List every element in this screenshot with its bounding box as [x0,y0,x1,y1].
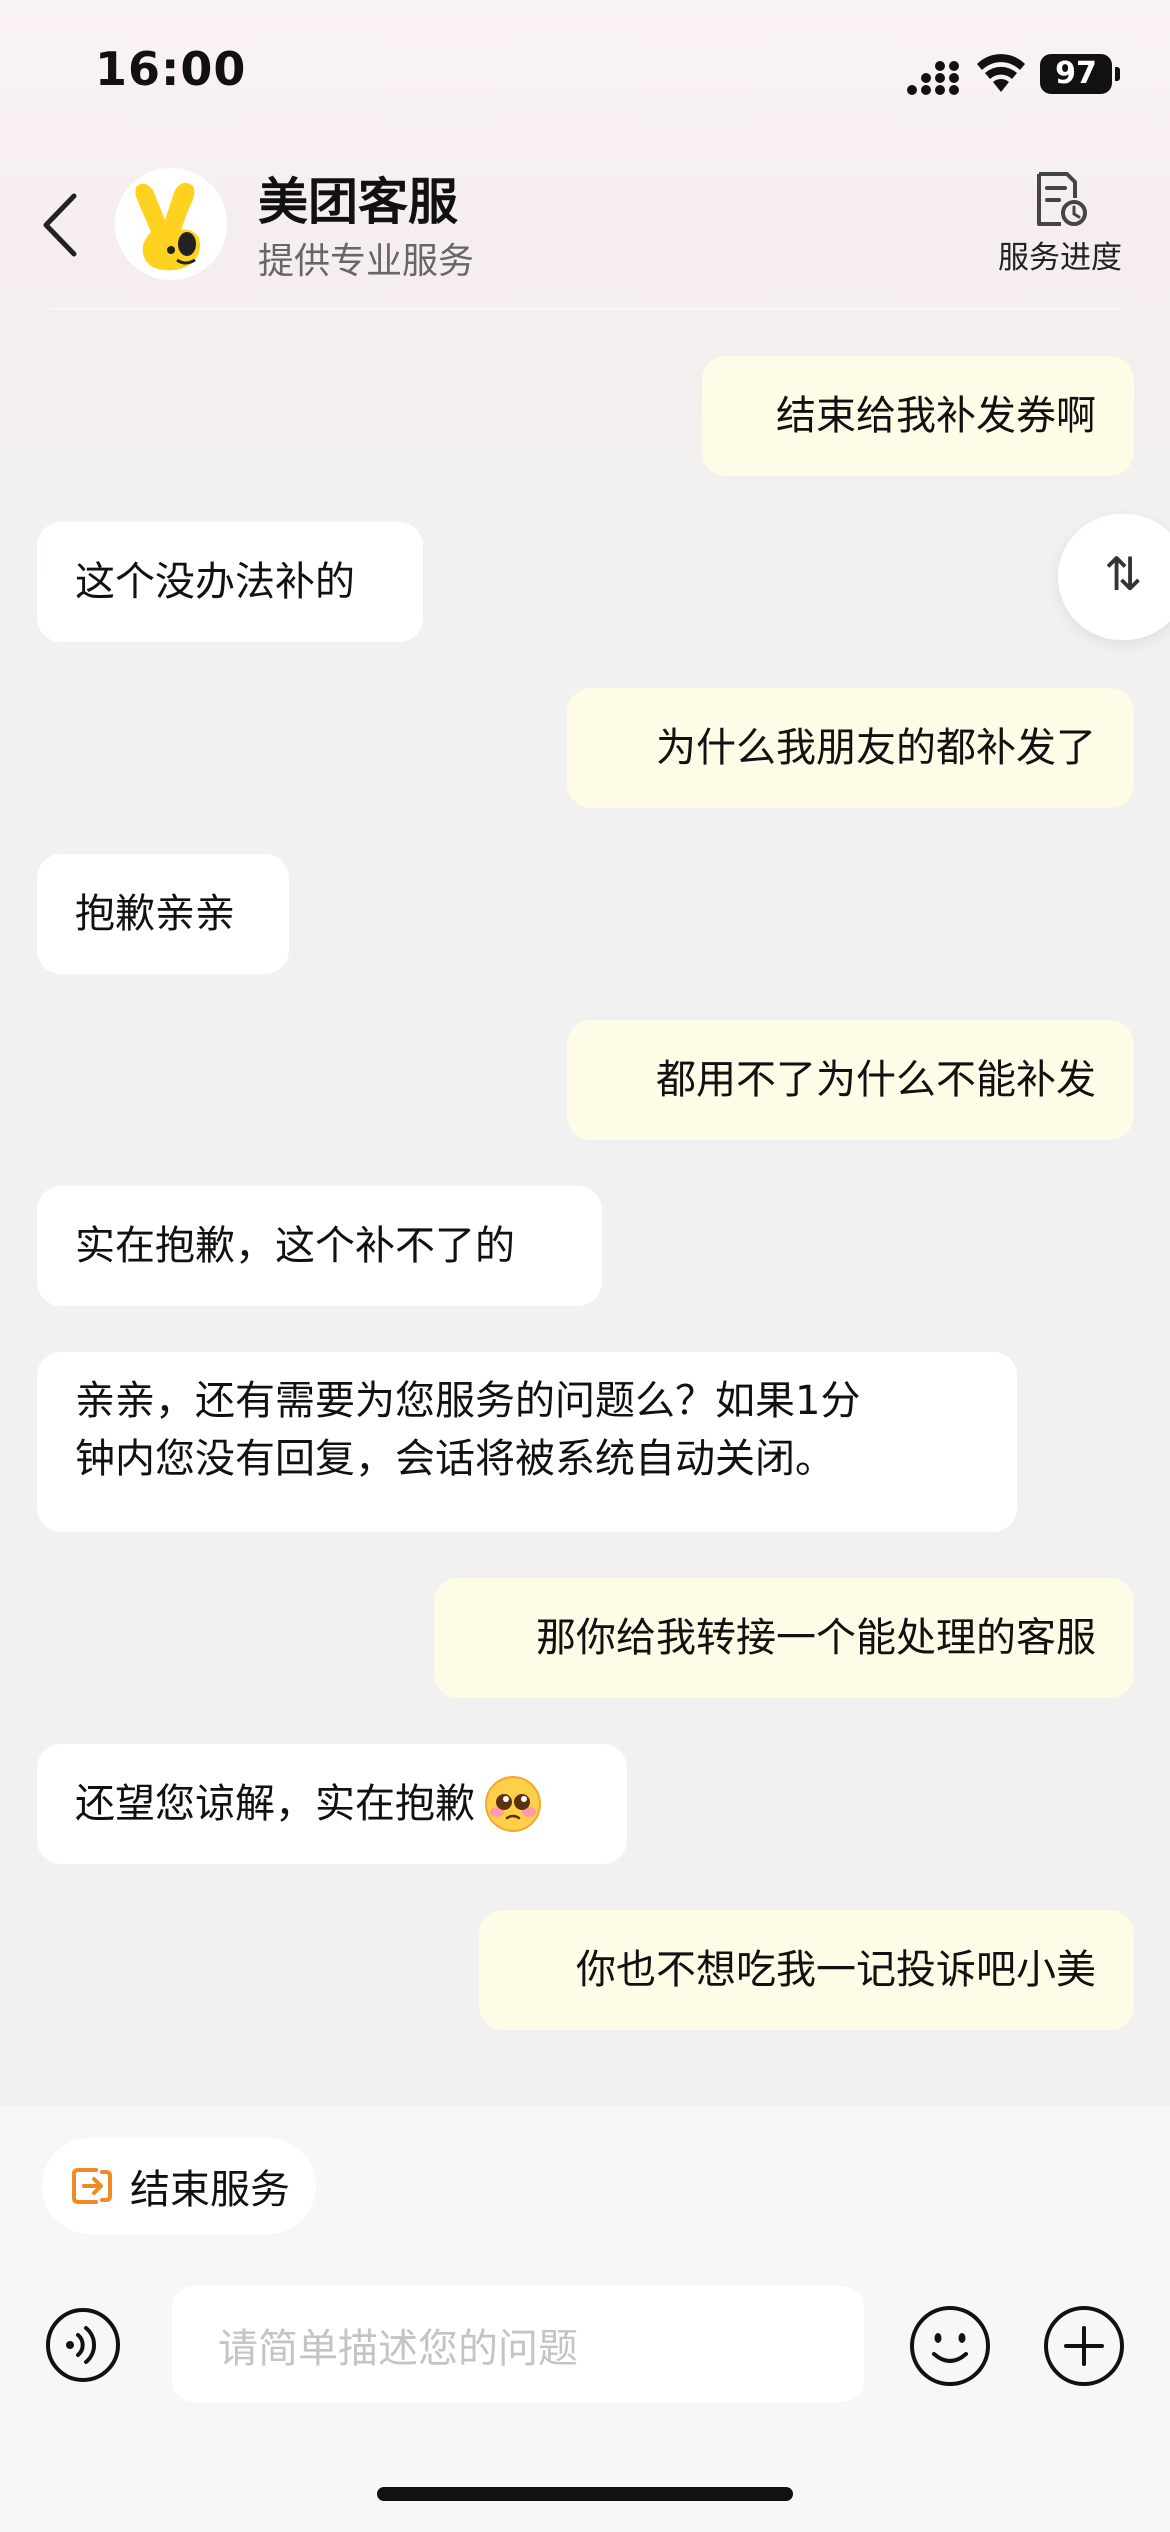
status-time: 16:00 [95,42,247,96]
plus-icon[interactable] [1042,2304,1126,2388]
message-text: 抱歉亲亲 [75,891,235,937]
message-text: 那你给我转接一个能处理的客服 [536,1615,1096,1661]
meituan-kangaroo-logo-icon [115,168,227,280]
chat-header: 美团客服 提供专业服务 服务进度 [0,150,1170,310]
chat-title: 美团客服 [258,173,458,231]
message-input[interactable]: 请简单描述您的问题 [172,2286,864,2402]
message-outgoing[interactable]: 你也不想吃我一记投诉吧小美 [479,1910,1134,2030]
message-outgoing[interactable]: 都用不了为什么不能补发 [567,1020,1134,1140]
chat-subtitle: 提供专业服务 [258,241,475,282]
end-service-button[interactable]: 结束服务 [42,2138,316,2234]
message-text: 为什么我朋友的都补发了 [656,725,1096,771]
message-input-placeholder: 请简单描述您的问题 [218,2326,578,2372]
smiley-icon[interactable] [908,2304,992,2388]
message-text-line-2: 钟内您没有回复，会话将被系统自动关闭。 [75,1436,835,1482]
message-text-line-1: 亲亲，还有需要为您服务的问题么？如果1分 [75,1378,861,1424]
message-text: 你也不想吃我一记投诉吧小美 [576,1947,1096,1993]
message-outgoing[interactable]: 为什么我朋友的都补发了 [567,688,1134,808]
message-text: 实在抱歉，这个补不了的 [75,1223,515,1269]
message-text: 都用不了为什么不能补发 [656,1057,1096,1103]
pleading-face-emoji-icon [485,1776,541,1832]
battery-indicator: 97 [1040,54,1120,94]
service-progress-button[interactable]: 服务进度 [990,170,1130,280]
message-outgoing[interactable]: 结束给我补发券啊 [702,356,1134,476]
end-service-label: 结束服务 [130,2167,290,2213]
message-text: 这个没办法补的 [75,559,355,605]
scroll-toggle-icon: ⇅ [1104,547,1143,601]
message-incoming[interactable]: 亲亲，还有需要为您服务的问题么？如果1分 钟内您没有回复，会话将被系统自动关闭。 [37,1352,1017,1532]
status-bar: 16:00 97 [0,0,1170,140]
scroll-toggle-button[interactable]: ⇅ [1058,514,1170,640]
avatar[interactable] [115,168,227,280]
message-text: 还望您谅解，实在抱歉 [75,1781,475,1827]
message-outgoing[interactable]: 那你给我转接一个能处理的客服 [434,1578,1134,1698]
message-incoming[interactable]: 还望您谅解，实在抱歉 [37,1744,627,1864]
service-progress-label: 服务进度 [998,240,1122,276]
message-incoming[interactable]: 实在抱歉，这个补不了的 [37,1186,602,1306]
message-incoming[interactable]: 抱歉亲亲 [37,854,289,974]
exit-icon [72,2168,112,2204]
wifi-icon [977,54,1025,92]
home-indicator [377,2487,793,2501]
chevron-left-icon[interactable] [38,190,82,260]
voice-icon[interactable] [44,2306,122,2384]
cellular-signal-icon [907,61,959,95]
document-clock-icon [1037,172,1087,226]
message-incoming[interactable]: 这个没办法补的 [37,522,423,642]
message-text: 结束给我补发券啊 [776,393,1096,439]
header-divider [50,308,1120,310]
